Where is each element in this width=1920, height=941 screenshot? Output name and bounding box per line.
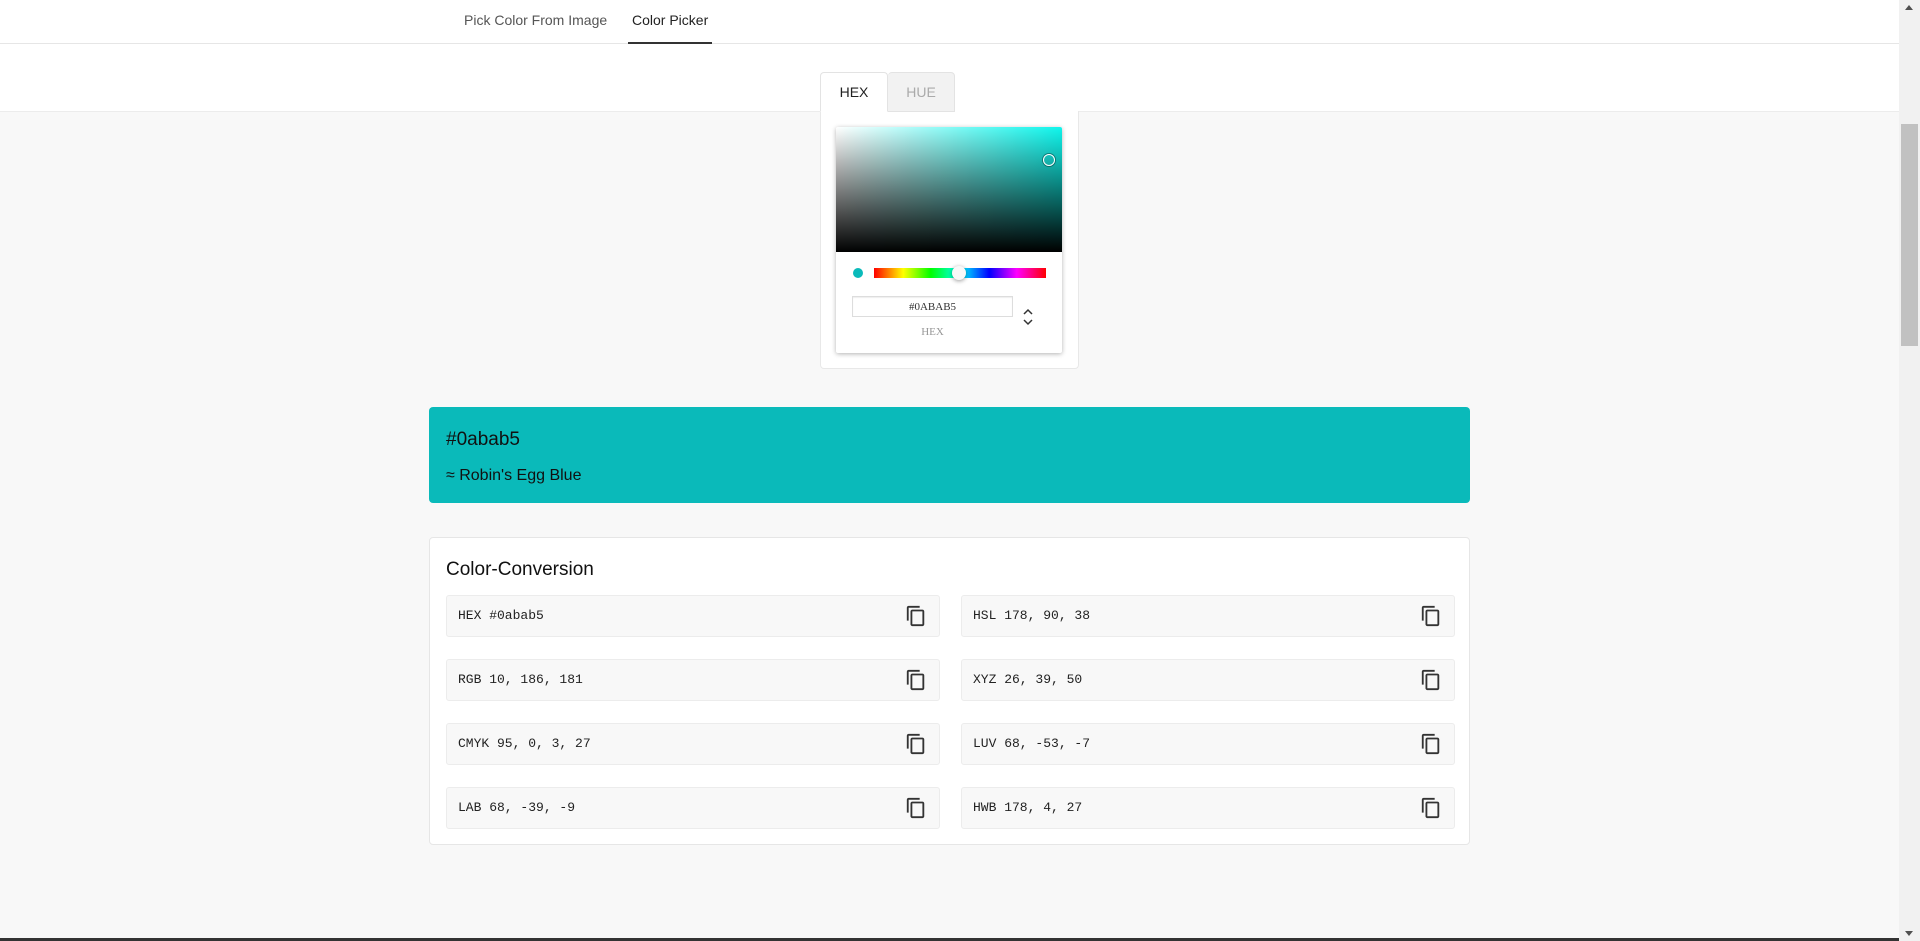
page-scrollbar[interactable] bbox=[1899, 0, 1920, 941]
conversion-row-hex: HEX #0abab5 bbox=[446, 595, 940, 637]
scroll-up-icon[interactable] bbox=[1905, 5, 1913, 10]
conversion-value: HEX #0abab5 bbox=[458, 608, 544, 623]
tab-hue[interactable]: HUE bbox=[888, 72, 955, 112]
conversion-value: HSL 178, 90, 38 bbox=[973, 608, 1091, 623]
color-conversion-card: Color-Conversion HEX #0abab5 HSL 178, 90… bbox=[429, 537, 1470, 845]
conversion-row-luv: LUV 68, -53, -7 bbox=[961, 723, 1455, 765]
copy-icon[interactable] bbox=[905, 797, 927, 819]
conversion-value: LUV 68, -53, -7 bbox=[973, 736, 1091, 751]
copy-icon[interactable] bbox=[905, 733, 927, 755]
conversion-row-xyz: XYZ 26, 39, 50 bbox=[961, 659, 1455, 701]
copy-icon[interactable] bbox=[1420, 605, 1442, 627]
conversion-value: LAB 68, -39, -9 bbox=[458, 800, 576, 815]
hex-input[interactable] bbox=[852, 296, 1013, 317]
conversion-value: XYZ 26, 39, 50 bbox=[973, 672, 1083, 687]
selected-color-name: ≈ Robin's Egg Blue bbox=[446, 467, 582, 484]
current-color-swatch bbox=[853, 268, 863, 278]
copy-icon[interactable] bbox=[905, 605, 927, 627]
tab-color-picker[interactable]: Color Picker bbox=[628, 0, 713, 44]
hue-slider[interactable] bbox=[874, 266, 1046, 280]
copy-icon[interactable] bbox=[1420, 669, 1442, 691]
top-nav: Pick Color From Image Color Picker bbox=[0, 0, 1899, 44]
chevron-up-down-icon[interactable] bbox=[1020, 305, 1036, 329]
copy-icon[interactable] bbox=[905, 669, 927, 691]
saturation-area[interactable] bbox=[836, 127, 1062, 252]
conversion-row-hsl: HSL 178, 90, 38 bbox=[961, 595, 1455, 637]
conversion-title: Color-Conversion bbox=[446, 559, 594, 580]
scroll-down-icon[interactable] bbox=[1905, 931, 1913, 936]
conversion-value: CMYK 95, 0, 3, 27 bbox=[458, 736, 591, 751]
conversion-row-lab: LAB 68, -39, -9 bbox=[446, 787, 940, 829]
conversion-value: RGB 10, 186, 181 bbox=[458, 672, 583, 687]
tab-hex[interactable]: HEX bbox=[820, 72, 888, 112]
hex-input-label: HEX bbox=[921, 326, 944, 338]
scrollbar-thumb[interactable] bbox=[1901, 124, 1918, 346]
hue-slider-thumb[interactable] bbox=[952, 266, 967, 280]
conversion-row-rgb: RGB 10, 186, 181 bbox=[446, 659, 940, 701]
selected-color-banner: #0abab5 ≈ Robin's Egg Blue bbox=[429, 407, 1470, 503]
picker-mode-tabs: HEX HUE bbox=[820, 72, 955, 112]
conversion-row-cmyk: CMYK 95, 0, 3, 27 bbox=[446, 723, 940, 765]
selected-color-hex: #0abab5 bbox=[446, 429, 520, 450]
copy-icon[interactable] bbox=[1420, 733, 1442, 755]
tab-pick-color-from-image[interactable]: Pick Color From Image bbox=[460, 0, 611, 42]
color-picker: HEX bbox=[836, 127, 1062, 353]
conversion-row-hwb: HWB 178, 4, 27 bbox=[961, 787, 1455, 829]
saturation-pointer[interactable] bbox=[1043, 154, 1055, 166]
conversion-value: HWB 178, 4, 27 bbox=[973, 800, 1083, 815]
copy-icon[interactable] bbox=[1420, 797, 1442, 819]
